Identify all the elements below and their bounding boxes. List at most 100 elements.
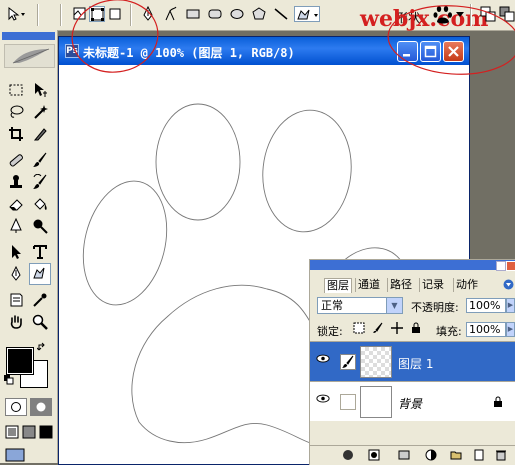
quick-mask-icon[interactable] — [30, 398, 52, 416]
lock-all-icon[interactable] — [410, 322, 422, 334]
toolbox-title-bar[interactable] — [2, 32, 55, 40]
type-icon[interactable] — [30, 242, 50, 262]
layer-thumbnail — [360, 346, 392, 378]
link-slot-icon[interactable] — [340, 394, 356, 410]
chevron-down-icon: ▼ — [386, 298, 402, 313]
foreground-color-chip[interactable] — [6, 347, 34, 375]
document-title-bar[interactable]: Ps 未标题-1 @ 100% (图层 1, RGB/8) — [59, 37, 469, 65]
toolbox — [0, 30, 58, 463]
rectangle-icon[interactable] — [185, 6, 201, 22]
new-group-icon[interactable] — [450, 449, 462, 461]
screen-mode-full-menu-icon[interactable] — [22, 425, 36, 439]
shape-layers-icon[interactable] — [72, 6, 88, 22]
line-icon[interactable] — [273, 6, 289, 22]
brush-icon[interactable] — [30, 150, 50, 170]
tab-history[interactable]: 记录 — [419, 278, 446, 292]
visibility-eye-icon[interactable] — [314, 392, 332, 410]
options-bar: 形状: webjx.com — [0, 0, 515, 32]
slice-icon[interactable] — [30, 124, 50, 144]
layer-name: 图层 1 — [398, 357, 434, 371]
blur-icon[interactable] — [6, 216, 26, 236]
zoom-icon[interactable] — [30, 312, 50, 332]
tab-channels[interactable]: 通道 — [355, 278, 382, 292]
blend-mode-value: 正常 — [321, 299, 343, 312]
maximize-button[interactable] — [420, 41, 441, 62]
stamp-icon[interactable] — [6, 172, 26, 192]
polygon-icon[interactable] — [251, 6, 267, 22]
healing-icon[interactable] — [6, 150, 26, 170]
layer-thumbnail — [360, 386, 392, 418]
add-mask-icon[interactable] — [398, 449, 410, 461]
layer-row-background[interactable]: 背景 — [310, 381, 515, 421]
freeform-pen-icon[interactable] — [162, 6, 178, 22]
history-brush-icon[interactable] — [30, 172, 50, 192]
minimize-button[interactable] — [397, 41, 418, 62]
layers-panel: 图层 通道 路径 记录 动作 正常 ▼ 不透明度: 100% ▶ 锁定: 填充:… — [309, 259, 515, 465]
adjustment-layer-icon[interactable] — [425, 449, 437, 461]
fill-slider-icon[interactable]: ▶ — [506, 322, 515, 337]
opacity-label: 不透明度: — [411, 301, 459, 314]
screen-mode-standard-icon[interactable] — [5, 425, 19, 439]
crop-icon[interactable] — [6, 124, 26, 144]
panel-menu-icon[interactable] — [503, 279, 514, 290]
screen-mode-full-icon[interactable] — [39, 425, 53, 439]
lasso-icon[interactable] — [6, 102, 26, 122]
fill-pixels-icon[interactable] — [107, 6, 123, 22]
notes-icon[interactable] — [6, 290, 26, 310]
pen-icon[interactable] — [6, 264, 26, 284]
subtract-icon[interactable] — [499, 6, 515, 22]
combine-icon[interactable] — [480, 6, 496, 22]
lock-transparency-icon[interactable] — [353, 322, 365, 334]
marquee-icon[interactable] — [6, 80, 26, 100]
custom-shape-icon[interactable] — [294, 6, 320, 22]
link-layers-icon[interactable] — [342, 449, 354, 461]
paint-bucket-icon[interactable] — [30, 194, 50, 214]
path-select-icon[interactable] — [6, 242, 26, 262]
shape-picker-arrow-icon[interactable] — [456, 10, 464, 18]
fill-label: 填充: — [436, 325, 462, 338]
brush-link-icon[interactable] — [340, 354, 356, 370]
panel-minimize-icon[interactable] — [496, 261, 506, 271]
eraser-icon[interactable] — [6, 194, 26, 214]
magic-wand-icon[interactable] — [30, 102, 50, 122]
lock-label: 锁定: — [317, 325, 343, 338]
paths-icon[interactable] — [89, 6, 105, 22]
lock-position-icon[interactable] — [391, 322, 403, 334]
jump-to-imageready-icon[interactable] — [5, 448, 25, 462]
swap-colors-icon[interactable] — [36, 342, 47, 352]
opacity-slider-icon[interactable]: ▶ — [506, 298, 515, 313]
lock-pixels-icon[interactable] — [372, 322, 384, 334]
standard-mode-icon[interactable] — [5, 398, 27, 416]
tab-paths[interactable]: 路径 — [387, 278, 414, 292]
rounded-rectangle-icon[interactable] — [207, 6, 223, 22]
new-layer-icon[interactable] — [473, 449, 485, 461]
delete-layer-icon[interactable] — [495, 449, 507, 461]
tab-layers[interactable]: 图层 — [324, 278, 352, 293]
default-colors-icon[interactable] — [4, 375, 14, 385]
blend-mode-select[interactable]: 正常 ▼ — [317, 297, 403, 314]
eyedropper-icon[interactable] — [30, 290, 50, 310]
dodge-icon[interactable] — [30, 216, 50, 236]
document-icon: Ps — [65, 44, 79, 58]
opacity-input[interactable]: 100% — [466, 298, 506, 313]
pen-tool-icon[interactable] — [140, 6, 156, 22]
layer-row-layer1[interactable]: 图层 1 — [310, 341, 515, 381]
layer-style-icon[interactable] — [368, 449, 380, 461]
tool-preset-picker[interactable] — [6, 6, 28, 22]
layer-lock-icon — [493, 396, 503, 407]
tab-actions[interactable]: 动作 — [453, 278, 480, 292]
move-icon[interactable] — [30, 80, 50, 100]
document-title: 未标题-1 @ 100% (图层 1, RGB/8) — [83, 46, 295, 60]
close-button[interactable] — [443, 41, 464, 62]
custom-shape-tool-icon[interactable] — [29, 263, 51, 285]
panel-close-icon[interactable] — [506, 261, 515, 271]
ellipse-icon[interactable] — [229, 6, 245, 22]
visibility-eye-icon[interactable] — [314, 352, 332, 370]
paw-shape-icon[interactable] — [433, 5, 453, 25]
fill-input[interactable]: 100% — [466, 322, 506, 337]
feather-logo-icon[interactable] — [4, 44, 55, 68]
hand-icon[interactable] — [6, 312, 26, 332]
layer-name: 背景 — [398, 397, 423, 411]
layers-panel-title-bar[interactable] — [310, 260, 515, 270]
layers-footer — [310, 445, 515, 465]
